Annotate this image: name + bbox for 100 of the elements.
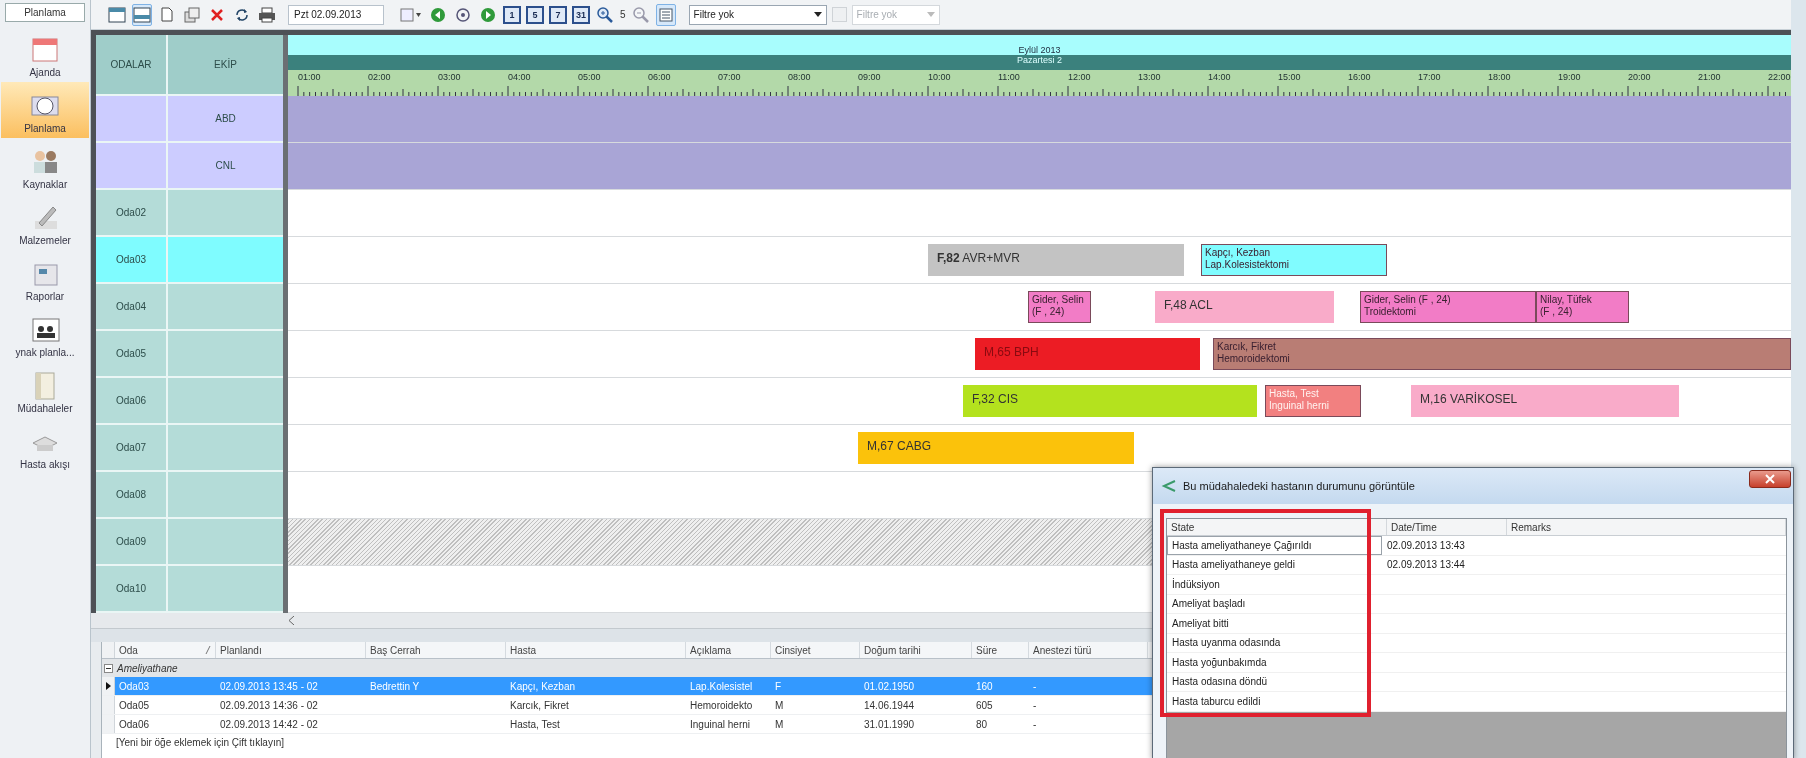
hour-label: 03:00 (438, 72, 461, 82)
state-cell[interactable]: Hasta ameliyathaneye Çağırıldı (1167, 536, 1382, 555)
table-cell-text: Oda03 (118, 680, 151, 692)
column-header[interactable]: Remarks (1507, 519, 1786, 535)
table-cell-text: Oda05 (118, 699, 151, 711)
column-header[interactable]: Planlandı (216, 642, 366, 658)
appointment-block[interactable]: Kapçı, Kezban Lap.Kolesistektomi (1201, 244, 1387, 276)
column-header[interactable]: Açıklama (686, 642, 771, 658)
table-cell-text: - (1032, 699, 1038, 711)
room-cell: Oda06 (96, 378, 166, 425)
table-cell-text: 02.09.2013 14:36 - 02 (219, 699, 319, 711)
column-header[interactable]: State (1167, 519, 1387, 535)
state-cell[interactable]: Hasta uyanma odasında (1167, 633, 1382, 652)
table-cell-text: 160 (975, 680, 994, 692)
room-cell: Oda05 (96, 331, 166, 378)
team-cell: CNL (168, 143, 283, 190)
time-cell-text: 02.09.2013 13:44 (1386, 558, 1466, 573)
appointment-block[interactable]: Gider, Selin (F , 24) Troidektomi (1360, 291, 1536, 323)
appointment-block[interactable]: M,16 VARİKOSEL (1411, 385, 1679, 417)
table-cell-text: 80 (975, 718, 989, 730)
room-cell: Oda08 (96, 472, 166, 519)
sidebar-item[interactable]: Hasta akışı (1, 418, 89, 474)
hour-label: 01:00 (298, 72, 321, 82)
table-cell-text: Oda06 (118, 718, 151, 730)
hour-label: 14:00 (1208, 72, 1231, 82)
appointment-block[interactable]: F,48 ACL (1155, 291, 1334, 323)
state-cell[interactable]: İndüksiyon (1167, 575, 1382, 594)
hour-label: 08:00 (788, 72, 811, 82)
appointment-block[interactable]: M,67 CABG (858, 432, 1134, 464)
appointment-block[interactable]: Karcık, Fikret Hemoroidektomi (1213, 338, 1791, 370)
room-cell: Oda07 (96, 425, 166, 472)
column-header[interactable]: Süre (972, 642, 1029, 658)
new-row-hint: [Yeni bir öğe eklemek için Çift tıklayın] (115, 736, 286, 750)
room-cell: Oda10 (96, 566, 166, 613)
appointment-block[interactable]: Nilay, Tüfek (F , 24) (1536, 291, 1629, 323)
day-view-button[interactable]: 5 (526, 5, 544, 24)
day-view-button[interactable]: 1 (503, 5, 521, 24)
sidebar-item[interactable]: ynak planla... (1, 306, 89, 362)
hour-label: 12:00 (1068, 72, 1091, 82)
room-cell: Oda02 (96, 190, 166, 237)
sidebar-item[interactable]: Malzemeler (1, 194, 89, 250)
day-view-button[interactable]: 31 (572, 5, 590, 24)
sidebar-item[interactable]: Müdahaleler (1, 362, 89, 418)
room-cell: Oda09 (96, 519, 166, 566)
table-cell-text: 02.09.2013 13:45 - 02 (219, 680, 319, 692)
day-header: Pazartesi 2 (288, 55, 1791, 70)
hour-label: 22:00 (1768, 72, 1791, 82)
hour-label: 11:00 (998, 72, 1020, 82)
table-cell-text: 605 (975, 699, 994, 711)
table-cell-text: Hemoroidekto (689, 699, 754, 711)
table-cell-text: - (1032, 718, 1038, 730)
sidebar-item[interactable]: Planlama (1, 82, 89, 138)
hour-label: 05:00 (578, 72, 601, 82)
hour-label: 20:00 (1628, 72, 1651, 82)
table-cell-text: 14.06.1944 (863, 699, 916, 711)
column-header[interactable]: Cinsiyet (771, 642, 860, 658)
dialog-title: Bu müdahaledeki hastanın durumunu görüntüle (1183, 480, 1415, 492)
team-cell: ABD (168, 96, 283, 143)
table-cell-text: M (774, 718, 785, 730)
sidebar-item[interactable]: Raporlar (1, 250, 89, 306)
table-cell-text: - (1032, 680, 1038, 692)
appointment-block[interactable]: F,32 CIS (963, 385, 1257, 417)
hour-label: 18:00 (1488, 72, 1511, 82)
column-header[interactable]: Hasta (506, 642, 686, 658)
column-header[interactable]: Anestezi türü (1029, 642, 1148, 658)
appointment-block[interactable]: Gider, Selin (F , 24) (1028, 291, 1091, 323)
hour-label: 09:00 (858, 72, 881, 82)
column-header[interactable]: Oda (115, 642, 216, 658)
time-cell-text: 02.09.2013 13:43 (1386, 538, 1466, 553)
day-view-button[interactable]: 7 (549, 5, 567, 24)
table-cell-text: Inguinal herni (689, 718, 752, 730)
table-cell-text: 02.09.2013 14:42 - 02 (219, 718, 319, 730)
table-cell-text: Bedrettin Y (369, 680, 421, 692)
appointment-block[interactable]: F,82 AVR+MVR (928, 244, 1184, 276)
filter-dropdown[interactable]: Filtre yok (688, 4, 827, 25)
sidebar-item[interactable]: Kaynaklar (1, 138, 89, 194)
sidebar-item[interactable]: Ajanda (1, 26, 89, 82)
hour-label: 07:00 (718, 72, 741, 82)
room-cell: Oda04 (96, 284, 166, 331)
state-cell[interactable]: Ameliyat başladı (1167, 594, 1382, 613)
date-field[interactable]: Pzt 02.09.2013 (288, 4, 384, 25)
column-header[interactable]: Doğum tarihi (860, 642, 972, 658)
table-cell-text: M (774, 699, 785, 711)
column-header[interactable]: Date/Time (1387, 519, 1507, 535)
state-cell[interactable]: Hasta ameliyathaneye geldi (1167, 555, 1382, 574)
month-header: Eylül 2013 (288, 35, 1791, 55)
table-cell-text: Hasta, Test (509, 718, 561, 730)
column-header: EKİP (168, 35, 283, 96)
table-cell-text: Karcık, Fikret (509, 699, 570, 711)
state-cell[interactable]: Ameliyat bitti (1167, 614, 1382, 633)
planning-tab[interactable]: Planlama (5, 3, 85, 22)
column-header[interactable]: Baş Cerrah (366, 642, 506, 658)
table-cell-text: 31.01.1990 (863, 718, 916, 730)
table-cell-text: Lap.Kolesistel (689, 680, 754, 692)
hour-label: 02:00 (368, 72, 391, 82)
hour-label: 17:00 (1418, 72, 1441, 82)
hour-label: 06:00 (648, 72, 671, 82)
table-cell-text: F (774, 680, 783, 692)
hour-label: 13:00 (1138, 72, 1161, 82)
hour-label: 15:00 (1278, 72, 1301, 82)
